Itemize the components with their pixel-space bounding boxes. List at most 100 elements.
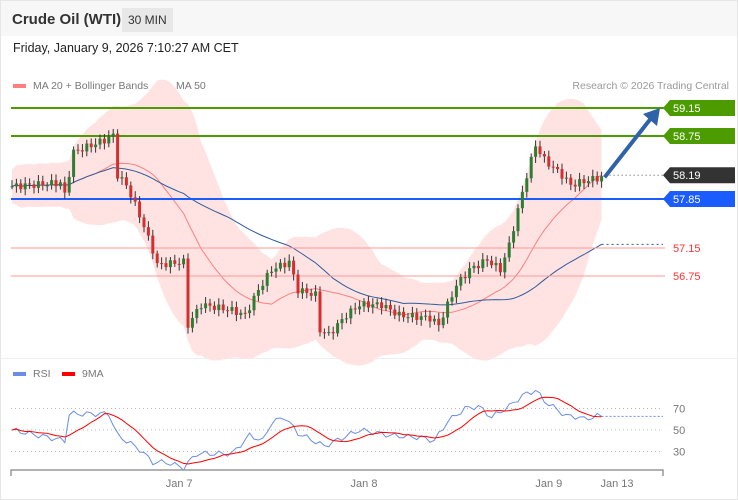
candle-body (371, 304, 375, 308)
candle-body (595, 175, 599, 182)
candle-body (283, 262, 287, 268)
candle-body (512, 231, 516, 243)
candle-body (507, 242, 511, 258)
candle-body (98, 138, 102, 145)
candle-body (305, 288, 309, 294)
candle-body (186, 258, 190, 328)
candle-body (221, 304, 225, 311)
candle-body (336, 323, 340, 334)
candle-body (494, 262, 498, 266)
candle-body (265, 272, 269, 286)
candle-body (133, 197, 137, 202)
candle-body (278, 262, 282, 269)
bollinger-band-fill (12, 79, 602, 366)
candle-body (261, 285, 265, 290)
candle-body (63, 182, 67, 193)
candle-body (182, 258, 186, 265)
candle-body (212, 305, 216, 311)
candle-body (485, 259, 489, 261)
candle-body (102, 138, 106, 144)
candle-body (32, 184, 36, 188)
candle-body (331, 332, 335, 334)
candle-body (542, 154, 546, 157)
candle-body (138, 201, 142, 218)
candle-body (375, 302, 379, 305)
candle-body (547, 156, 551, 167)
candle-body (424, 315, 428, 317)
candle-body (322, 332, 326, 334)
candle-body (551, 166, 555, 168)
x-tick-label: Jan 8 (351, 478, 378, 490)
rsi-tick-label: 70 (673, 404, 685, 416)
candle-body (292, 260, 296, 275)
candle-body (252, 295, 256, 311)
candle-body (19, 183, 23, 190)
candle-body (314, 291, 318, 296)
candle-body (256, 289, 260, 296)
candle-body (516, 208, 520, 232)
candle-body (468, 268, 472, 279)
candle-body (520, 191, 524, 209)
candle-body (129, 185, 133, 198)
candle-body (340, 319, 344, 324)
candle-body (107, 136, 111, 144)
candle-body (415, 313, 419, 320)
candle-body (450, 297, 454, 302)
candle-body (586, 181, 590, 184)
candle-body (85, 143, 89, 152)
candle-body (556, 166, 560, 170)
candle-body (534, 146, 538, 157)
candle-body (124, 177, 128, 186)
candle-body (525, 178, 529, 192)
x-tick-label: Jan 9 (535, 478, 562, 490)
candle-body (600, 176, 604, 182)
candle-body (490, 260, 494, 266)
x-tick-label: Jan 13 (600, 478, 633, 490)
candle-body (287, 260, 291, 268)
candle-body (481, 259, 485, 269)
candle-body (393, 309, 397, 316)
candle-body (498, 262, 502, 273)
candle-body (120, 177, 124, 179)
candle-body (36, 181, 40, 188)
candle-body (529, 156, 533, 179)
candle-body (151, 235, 155, 254)
candle (116, 129, 120, 182)
candle-body (358, 306, 362, 310)
candle-body (146, 227, 150, 236)
candle-body (58, 182, 62, 187)
candle-body (243, 312, 247, 314)
candle-body (217, 304, 221, 311)
candle (186, 253, 190, 334)
candle (529, 153, 533, 183)
level-label-last: 58.19 (673, 170, 701, 182)
candle-body (503, 257, 507, 273)
candle-body (14, 183, 18, 187)
rsi-line (11, 389, 602, 472)
candle-body (446, 301, 450, 318)
candle-body (538, 146, 542, 155)
candle-body (353, 308, 357, 310)
candle-body (41, 181, 45, 186)
candle-body (578, 179, 582, 187)
candle-body (591, 175, 595, 182)
candle-body (569, 177, 573, 185)
candle-body (573, 184, 577, 187)
target-arrow-shaft (603, 115, 654, 179)
x-axis (10, 469, 664, 476)
level-label-support: 57.15 (673, 243, 701, 255)
candle-body (239, 312, 243, 315)
candle-body (388, 305, 392, 310)
candle-body (472, 265, 476, 269)
candle-body (309, 293, 313, 296)
level-label-resistance: 58.75 (673, 131, 701, 143)
candle-body (300, 288, 304, 294)
candle-body (463, 276, 467, 279)
candle-body (459, 276, 463, 286)
candle-body (168, 260, 172, 268)
candle-body (177, 263, 181, 265)
candle-body (327, 332, 331, 334)
candle-body (270, 271, 274, 273)
candle-body (476, 265, 480, 269)
candle-body (155, 253, 159, 264)
